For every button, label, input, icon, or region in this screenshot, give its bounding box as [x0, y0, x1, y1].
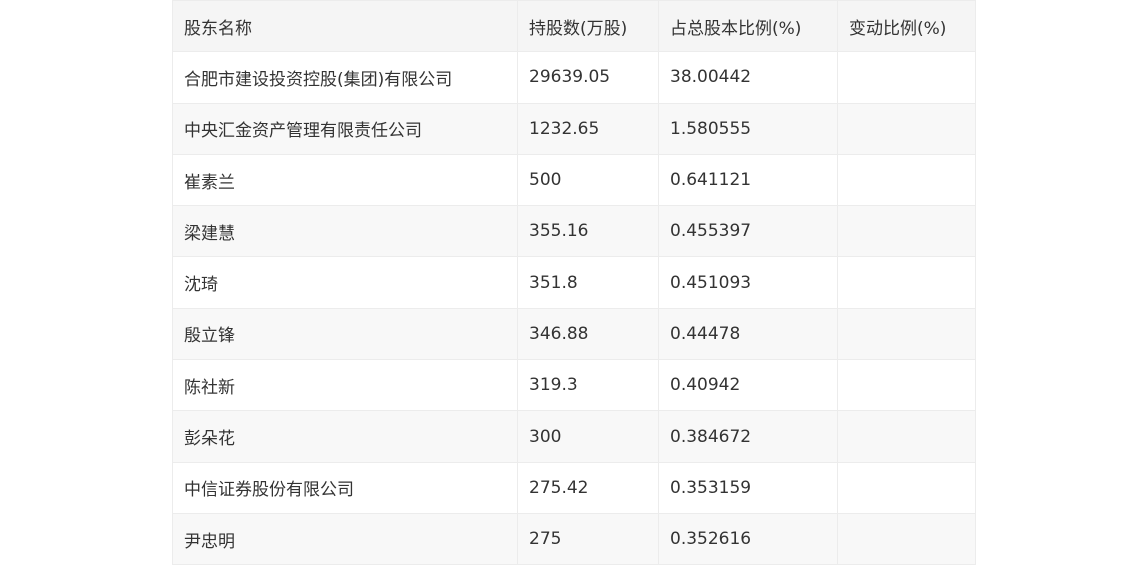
cell-change-ratio — [837, 461, 976, 514]
table-header: 股东名称 持股数(万股) 占总股本比例(%) 变动比例(%) — [172, 0, 976, 53]
cell-share-ratio: 0.451093 — [658, 256, 838, 309]
table-row: 陈社新 319.3 0.40942 — [172, 359, 976, 412]
table-row: 中信证券股份有限公司 275.42 0.353159 — [172, 461, 976, 514]
table-row: 彭朵花 300 0.384672 — [172, 410, 976, 463]
cell-share-ratio: 1.580555 — [658, 102, 838, 155]
cell-change-ratio — [837, 51, 976, 104]
shareholder-table-container: 股东名称 持股数(万股) 占总股本比例(%) 变动比例(%) 合肥市建设投资控股… — [172, 0, 976, 566]
cell-shares-held: 500 — [517, 153, 659, 207]
cell-change-ratio — [837, 102, 976, 155]
cell-share-ratio: 0.352616 — [658, 512, 838, 566]
cell-shareholder-name: 尹忠明 — [172, 512, 518, 566]
cell-shares-held: 29639.05 — [517, 51, 659, 104]
cell-change-ratio — [837, 410, 976, 463]
cell-shareholder-name: 中央汇金资产管理有限责任公司 — [172, 102, 518, 155]
cell-shares-held: 300 — [517, 410, 659, 463]
table-row: 沈琦 351.8 0.451093 — [172, 256, 976, 309]
cell-shareholder-name: 陈社新 — [172, 359, 518, 412]
cell-shares-held: 319.3 — [517, 359, 659, 412]
header-shares-held: 持股数(万股) — [517, 0, 659, 53]
cell-change-ratio — [837, 307, 976, 361]
cell-shareholder-name: 沈琦 — [172, 256, 518, 309]
cell-share-ratio: 0.455397 — [658, 205, 838, 258]
cell-change-ratio — [837, 256, 976, 309]
cell-shares-held: 1232.65 — [517, 102, 659, 155]
cell-shareholder-name: 崔素兰 — [172, 153, 518, 207]
cell-shares-held: 355.16 — [517, 205, 659, 258]
cell-shares-held: 346.88 — [517, 307, 659, 361]
cell-shares-held: 351.8 — [517, 256, 659, 309]
shareholder-table: 股东名称 持股数(万股) 占总股本比例(%) 变动比例(%) 合肥市建设投资控股… — [172, 0, 976, 566]
cell-share-ratio: 0.353159 — [658, 461, 838, 514]
table-row: 梁建慧 355.16 0.455397 — [172, 205, 976, 258]
cell-shareholder-name: 中信证券股份有限公司 — [172, 461, 518, 514]
cell-share-ratio: 0.44478 — [658, 307, 838, 361]
cell-shareholder-name: 彭朵花 — [172, 410, 518, 463]
table-row: 崔素兰 500 0.641121 — [172, 153, 976, 207]
cell-change-ratio — [837, 205, 976, 258]
cell-share-ratio: 0.40942 — [658, 359, 838, 412]
cell-shareholder-name: 合肥市建设投资控股(集团)有限公司 — [172, 51, 518, 104]
cell-change-ratio — [837, 359, 976, 412]
cell-change-ratio — [837, 153, 976, 207]
header-change-ratio: 变动比例(%) — [837, 0, 976, 53]
cell-share-ratio: 0.641121 — [658, 153, 838, 207]
header-shareholder-name: 股东名称 — [172, 0, 518, 53]
cell-share-ratio: 38.00442 — [658, 51, 838, 104]
cell-shareholder-name: 殷立锋 — [172, 307, 518, 361]
cell-change-ratio — [837, 512, 976, 566]
header-share-ratio: 占总股本比例(%) — [658, 0, 838, 53]
table-row: 中央汇金资产管理有限责任公司 1232.65 1.580555 — [172, 102, 976, 155]
table-row: 殷立锋 346.88 0.44478 — [172, 307, 976, 361]
cell-shareholder-name: 梁建慧 — [172, 205, 518, 258]
cell-shares-held: 275.42 — [517, 461, 659, 514]
cell-share-ratio: 0.384672 — [658, 410, 838, 463]
cell-shares-held: 275 — [517, 512, 659, 566]
table-row: 尹忠明 275 0.352616 — [172, 512, 976, 566]
header-row: 股东名称 持股数(万股) 占总股本比例(%) 变动比例(%) — [172, 0, 976, 53]
table-body: 合肥市建设投资控股(集团)有限公司 29639.05 38.00442 中央汇金… — [172, 51, 976, 566]
table-row: 合肥市建设投资控股(集团)有限公司 29639.05 38.00442 — [172, 51, 976, 104]
